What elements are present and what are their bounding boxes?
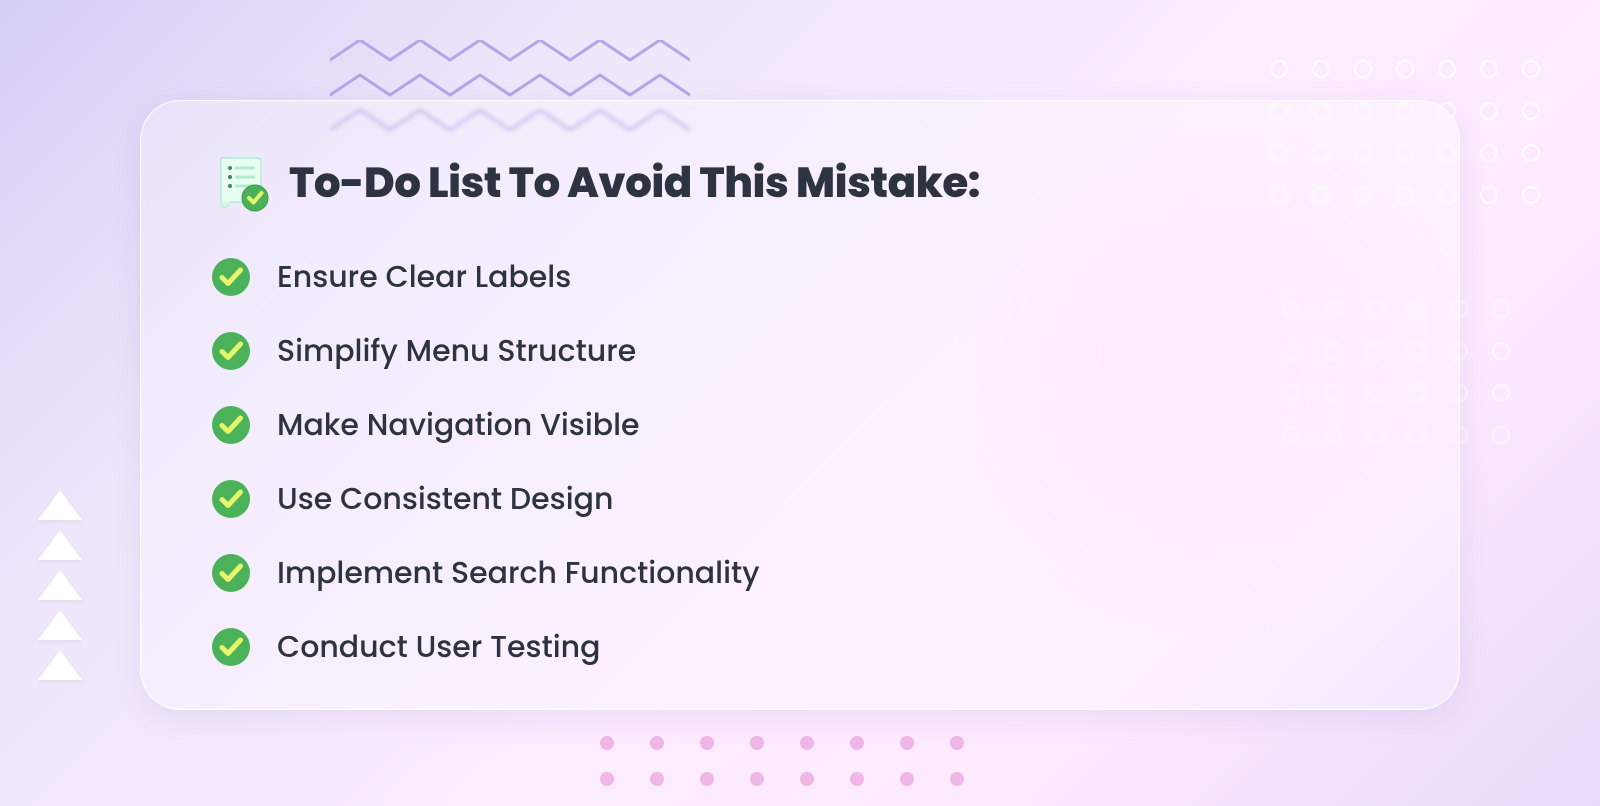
list-item: Ensure Clear Labels (211, 254, 1389, 300)
list-item-label: Implement Search Functionality (277, 550, 760, 596)
card-header: To-Do List To Avoid This Mistake: (211, 151, 1389, 214)
slide-canvas: To-Do List To Avoid This Mistake: Ensure… (0, 0, 1600, 806)
list-item: Make Navigation Visible (211, 402, 1389, 448)
list-item-label: Conduct User Testing (277, 624, 600, 670)
triangles-decoration (38, 490, 82, 680)
check-icon (211, 553, 251, 593)
check-icon (211, 405, 251, 445)
card-title: To-Do List To Avoid This Mistake: (289, 151, 980, 214)
list-item-label: Simplify Menu Structure (277, 328, 636, 374)
list-item-label: Make Navigation Visible (277, 402, 640, 448)
list-item: Implement Search Functionality (211, 550, 1389, 596)
list-item: Use Consistent Design (211, 476, 1389, 522)
check-icon (211, 627, 251, 667)
todo-list: Ensure Clear Labels Simplify Menu Struct… (211, 254, 1389, 670)
dots-decoration-bottom (600, 736, 964, 786)
todo-card: To-Do List To Avoid This Mistake: Ensure… (140, 100, 1460, 710)
list-item: Conduct User Testing (211, 624, 1389, 670)
list-item-label: Use Consistent Design (277, 476, 613, 522)
list-item: Simplify Menu Structure (211, 328, 1389, 374)
check-icon (211, 331, 251, 371)
list-item-label: Ensure Clear Labels (277, 254, 571, 300)
checklist-document-icon (211, 152, 273, 214)
check-icon (211, 479, 251, 519)
check-icon (211, 257, 251, 297)
